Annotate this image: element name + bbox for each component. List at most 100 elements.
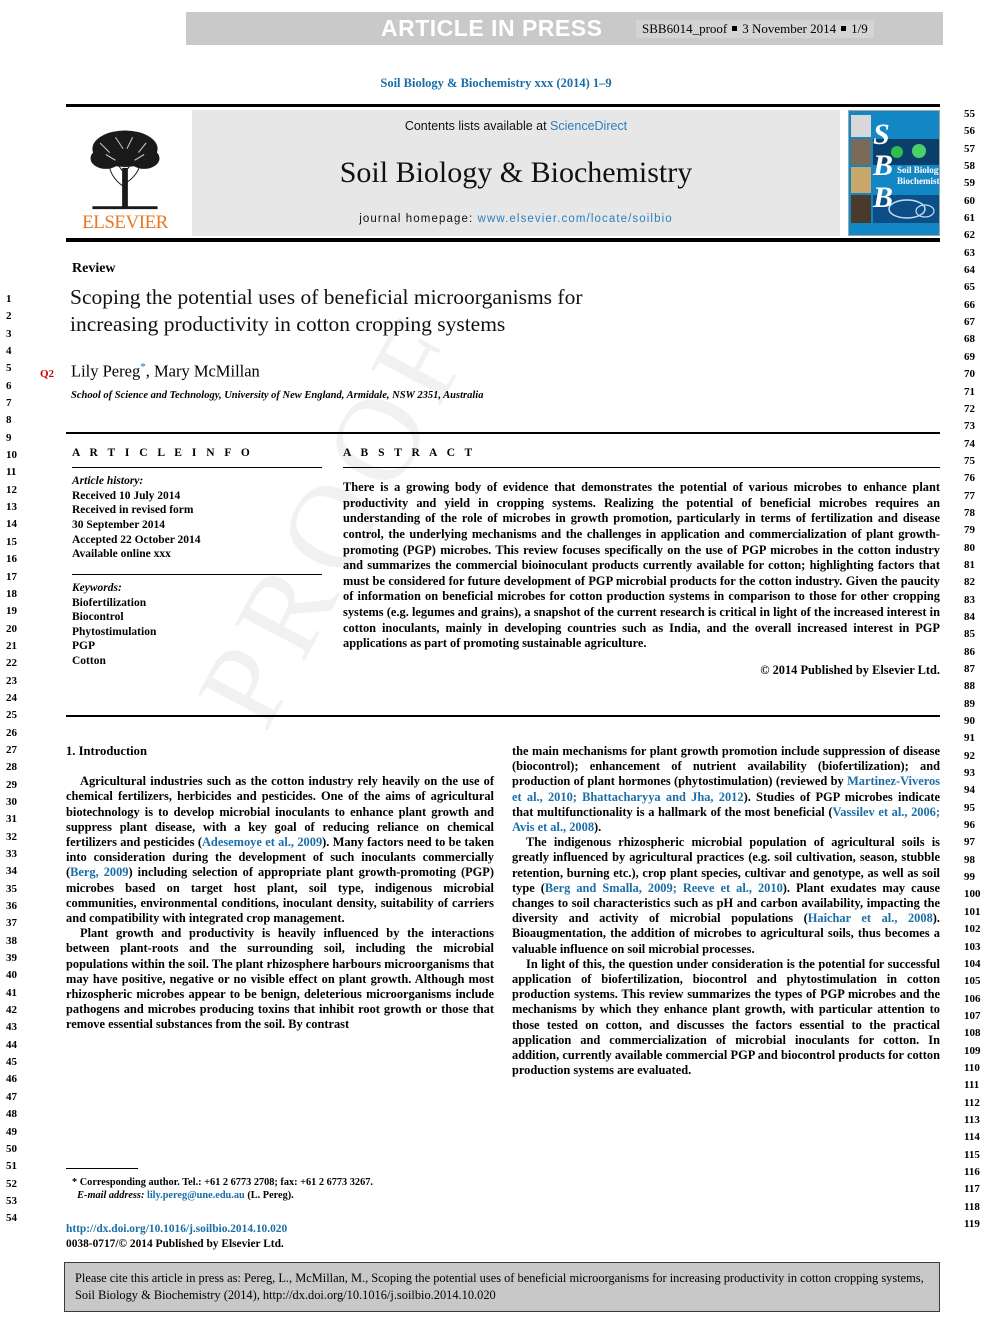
- line-number: 63: [964, 246, 975, 259]
- line-number: 75: [964, 454, 975, 467]
- line-number: 5: [6, 362, 12, 375]
- journal-homepage-label: journal homepage:: [359, 213, 474, 225]
- line-number: 117: [964, 1183, 980, 1196]
- line-number: 35: [6, 882, 17, 895]
- line-number: 104: [964, 957, 981, 970]
- line-number: 112: [964, 1096, 980, 1109]
- line-number: 65: [964, 281, 975, 294]
- keyword-item: Phytostimulation: [72, 625, 157, 638]
- keyword-item: Cotton: [72, 654, 106, 667]
- line-number: 76: [964, 472, 975, 485]
- citation-link[interactable]: Haichar et al., 2008: [808, 911, 933, 925]
- line-number: 62: [964, 229, 975, 242]
- line-number: 64: [964, 264, 975, 277]
- line-number: 85: [964, 628, 975, 641]
- sbb-cover-art: SBB Soil Biology & Biochemistry: [849, 111, 939, 235]
- line-number: 18: [6, 587, 17, 600]
- square-bullet-icon: [732, 26, 738, 31]
- line-number: 98: [964, 853, 975, 866]
- citation-link[interactable]: Martinez-Viveros et al., 2010; Bhattacha…: [512, 774, 940, 803]
- line-number: 66: [964, 298, 975, 311]
- line-number: 79: [964, 524, 975, 537]
- journal-cover-image: SBB Soil Biology & Biochemistry: [848, 110, 940, 236]
- line-number: 107: [964, 1009, 981, 1022]
- query-marker-q2[interactable]: Q2: [40, 368, 54, 380]
- journal-homepage-url[interactable]: www.elsevier.com/locate/soilbio: [478, 213, 673, 225]
- line-number: 23: [6, 674, 17, 687]
- elsevier-logo: ELSEVIER: [66, 110, 184, 236]
- abstract-panel: A B S T R A C T There is a growing body …: [343, 447, 940, 678]
- line-number: 108: [964, 1027, 981, 1040]
- svg-text:S: S: [873, 118, 890, 151]
- line-number: 41: [6, 986, 17, 999]
- line-number: 99: [964, 871, 975, 884]
- svg-text:B: B: [872, 181, 893, 214]
- line-number: 43: [6, 1021, 17, 1034]
- line-number: 60: [964, 194, 975, 207]
- keyword-item: Biofertilization: [72, 596, 147, 609]
- citation-link[interactable]: Adesemoye et al., 2009: [202, 835, 322, 849]
- contents-line: Contents lists available at ScienceDirec…: [405, 119, 627, 133]
- line-number: 45: [6, 1056, 17, 1069]
- line-number: 24: [6, 691, 17, 704]
- line-number: 91: [964, 732, 975, 745]
- please-cite-footer: Please cite this article in press as: Pe…: [64, 1262, 940, 1312]
- svg-text:B: B: [872, 149, 893, 182]
- line-number: 47: [6, 1090, 17, 1103]
- line-number: 78: [964, 506, 975, 519]
- line-number: 7: [6, 397, 12, 410]
- body-column-left: 1. Introduction Agricultural industries …: [66, 744, 494, 1033]
- history-item: Received in revised form: [72, 504, 194, 517]
- line-numbers-left: 1 2 3 4 5 6 7 8 9 10 11 12 13 14 15 16 17 18 19 20 21 22 23 24 2…: [6, 291, 17, 1228]
- line-number: 67: [964, 316, 975, 329]
- line-number: 86: [964, 645, 975, 658]
- line-number: 14: [6, 518, 17, 531]
- line-number: 102: [964, 923, 981, 936]
- line-number: 9: [6, 431, 12, 444]
- abstract-divider: [343, 467, 940, 469]
- masthead-bottom-rule: [66, 238, 940, 242]
- keyword-item: Biocontrol: [72, 611, 124, 624]
- keywords-list: Keywords: Biofertilization Biocontrol Ph…: [72, 581, 322, 669]
- line-number: 81: [964, 558, 975, 571]
- line-number: 87: [964, 663, 975, 675]
- citation-link[interactable]: Vassilev et al., 2006; Avis et al., 2008: [512, 805, 940, 834]
- line-number: 52: [6, 1177, 17, 1190]
- masthead-top-rule: [66, 104, 940, 107]
- history-item: 30 September 2014: [72, 518, 166, 531]
- line-number: 8: [6, 414, 12, 427]
- line-number: 19: [6, 605, 17, 618]
- line-number: 50: [6, 1142, 17, 1155]
- author-list: Lily Pereg*, Mary McMillan: [71, 361, 260, 382]
- citation-link[interactable]: Berg, 2009: [70, 865, 128, 879]
- line-number: 34: [6, 865, 17, 878]
- issn-copyright-line: 0038-0717/© 2014 Published by Elsevier L…: [66, 1237, 284, 1250]
- line-number: 94: [964, 784, 975, 797]
- line-number: 93: [964, 767, 975, 780]
- line-number: 113: [964, 1113, 980, 1126]
- doi-link[interactable]: http://dx.doi.org/10.1016/j.soilbio.2014…: [66, 1222, 496, 1237]
- citation-link[interactable]: Berg and Smalla, 2009; Reeve et al., 201…: [545, 881, 783, 895]
- body-column-right: the main mechanisms for plant growth pro…: [512, 744, 940, 1078]
- proof-date: 3 November 2014: [742, 21, 837, 36]
- abstract-text: There is a growing body of evidence that…: [343, 480, 940, 651]
- line-number: 74: [964, 437, 975, 450]
- line-number: 27: [6, 743, 17, 756]
- line-number: 37: [6, 917, 17, 930]
- abstract-heading: A B S T R A C T: [343, 447, 476, 459]
- line-number: 39: [6, 952, 17, 965]
- footnote-rule: [66, 1168, 138, 1169]
- email-link[interactable]: lily.pereg@une.edu.au: [147, 1190, 245, 1201]
- line-number: 72: [964, 402, 975, 415]
- proof-info: SBB6014_proof 3 November 2014 1/9: [636, 20, 874, 38]
- line-number: 25: [6, 709, 17, 722]
- sciencedirect-link[interactable]: ScienceDirect: [550, 119, 627, 133]
- keyword-item: PGP: [72, 640, 95, 653]
- article-in-press-label: ARTICLE IN PRESS: [381, 15, 603, 41]
- line-number: 95: [964, 801, 975, 814]
- line-number: 44: [6, 1038, 17, 1051]
- paragraph: Agricultural industries such as the cott…: [66, 774, 495, 926]
- line-number: 17: [6, 570, 17, 583]
- article-info-divider: [72, 467, 322, 469]
- line-number: 15: [6, 535, 17, 548]
